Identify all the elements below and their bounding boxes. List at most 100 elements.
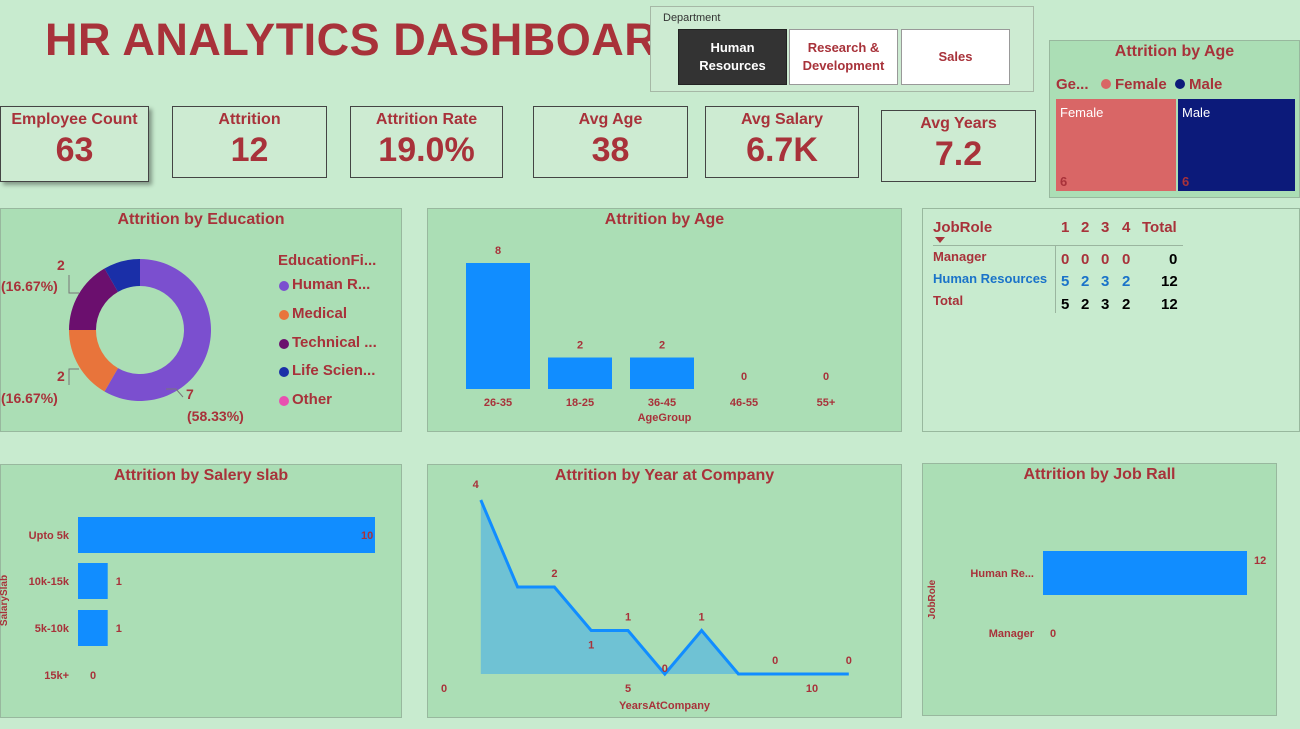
kpi-value: 7.2 <box>934 135 983 173</box>
donut-label-pct: (16.67%) <box>1 278 58 294</box>
legend-dot <box>279 396 289 406</box>
kpi-label: Avg Age <box>578 111 643 128</box>
donut-label-pct: (16.67%) <box>1 390 58 406</box>
y-tick-label: 15k+ <box>44 670 69 682</box>
matrix-cell: 0 <box>1122 251 1131 268</box>
matrix-header: 3 <box>1101 219 1110 236</box>
tile-value: 6 <box>1182 174 1190 189</box>
panel-title: Attrition by Age <box>1114 43 1235 60</box>
kpi-value: 63 <box>55 131 94 169</box>
page-title: HR ANALYTICS DASHBOARD <box>45 14 691 65</box>
kpi-avg-salary[interactable]: Avg Salary 6.7K <box>705 106 859 178</box>
slicer-option-human-resources[interactable]: Human Resources <box>678 29 787 85</box>
data-label: 0 <box>741 371 747 383</box>
matrix-cell: 5 <box>1061 273 1070 290</box>
age-bar-panel[interactable]: Attrition by Age 8 26-35 2 18-25 2 36-45 0 46-5… <box>427 208 902 432</box>
x-axis-label: YearsAtCompany <box>618 700 711 712</box>
age-bar-chart: 8 26-35 2 18-25 2 36-45 0 46-55 0 55+ <box>466 245 836 409</box>
donut-label-count: 2 <box>57 368 65 384</box>
matrix-cell: 0 <box>1101 251 1110 268</box>
donut-label-count: 7 <box>186 386 194 402</box>
education-donut-panel[interactable]: Attrition by Education 2 (16.67%) 2 (16.… <box>0 208 402 432</box>
bar[interactable] <box>630 357 694 390</box>
legend-title: Ge... <box>1056 76 1089 93</box>
legend-title: EducationFi... <box>278 252 377 269</box>
x-tick-label: 18-25 <box>566 397 594 409</box>
kpi-attrition[interactable]: Attrition 12 <box>172 106 327 178</box>
data-label: 2 <box>659 340 665 352</box>
slicer-option-research-development[interactable]: Research & Development <box>789 29 898 85</box>
treemap-tile-male[interactable]: Male 6 <box>1178 99 1295 191</box>
kpi-avg-age[interactable]: Avg Age 38 <box>533 106 688 178</box>
treemap-tile-female[interactable]: Female 6 <box>1056 99 1176 191</box>
legend-female: Female <box>1115 76 1167 93</box>
matrix-cell: 3 <box>1101 273 1110 290</box>
data-label: 0 <box>1050 628 1056 640</box>
sort-desc-icon[interactable] <box>935 237 945 243</box>
kpi-attrition-rate[interactable]: Attrition Rate 19.0% <box>350 106 503 178</box>
kpi-label: Employee Count <box>11 111 138 128</box>
x-tick-label: 5 <box>625 683 631 695</box>
data-label: 12 <box>1254 555 1266 567</box>
bar[interactable] <box>78 563 108 599</box>
bar[interactable] <box>1043 551 1247 595</box>
data-label: 0 <box>846 655 852 667</box>
matrix-row-label: Manager <box>933 249 987 264</box>
legend-label: Medical <box>292 305 348 322</box>
years-area-chart: 4211010 00 5 10 <box>441 479 852 695</box>
slicer-option-label: Sales <box>938 49 973 64</box>
matrix-cell: 5 <box>1061 296 1070 313</box>
kpi-value: 19.0% <box>378 131 475 169</box>
kpi-value: 6.7K <box>746 131 818 169</box>
matrix-row-label[interactable]: Human Resources <box>933 271 1047 286</box>
bar[interactable] <box>548 357 612 390</box>
bar[interactable] <box>78 610 108 646</box>
legend-dot <box>279 367 289 377</box>
jobrole-bar-panel[interactable]: Attrition by Job Rall Human Re... 12 Manag… <box>922 463 1277 716</box>
salary-slab-panel[interactable]: Attrition by Salery slab Upto 5k 10 10k-15… <box>0 464 402 718</box>
data-label: 4 <box>473 479 480 491</box>
department-slicer: Department Human Resources Research & Deve… <box>650 6 1034 92</box>
matrix-cell: 0 <box>1061 251 1070 268</box>
donut-label-pct: (58.33%) <box>187 408 244 424</box>
years-area-panel[interactable]: Attrition by Year at Company 42110100051… <box>427 464 902 718</box>
bar[interactable] <box>466 263 530 389</box>
jobrole-bar-chart: Human Re... 12 Manager 0 <box>970 551 1266 640</box>
slicer-option-sales[interactable]: Sales <box>901 29 1010 85</box>
kpi-label: Attrition <box>218 111 281 128</box>
tile-label: Male <box>1182 105 1211 120</box>
data-label: 2 <box>577 340 583 352</box>
kpi-avg-years[interactable]: Avg Years 7.2 <box>881 110 1036 182</box>
matrix-cell: 2 <box>1081 296 1090 313</box>
slicer-option-label: Research & Development <box>802 40 885 73</box>
donut-label-count: 2 <box>57 257 65 273</box>
legend-label: Life Scien... <box>292 362 376 379</box>
x-tick-label: 36-45 <box>648 397 676 409</box>
kpi-label: Attrition Rate <box>375 111 478 128</box>
legend-dot <box>279 310 289 320</box>
tile-label: Female <box>1060 105 1104 120</box>
legend-male: Male <box>1189 76 1223 93</box>
matrix-divider <box>933 245 1183 246</box>
kpi-employee-count[interactable]: Employee Count 63 <box>0 106 149 182</box>
data-label: 1 <box>116 576 122 588</box>
kpi-label: Avg Salary <box>740 111 824 128</box>
matrix-header: Total <box>1142 219 1177 236</box>
legend-dot <box>279 281 289 291</box>
y-axis-label: SalarySlab <box>0 574 11 627</box>
matrix-row-label: Total <box>933 293 964 308</box>
matrix-header-jobrole[interactable]: JobRole <box>933 219 992 236</box>
jobrole-matrix-panel[interactable]: JobRole 1 2 3 4 Total Manager 0 0 0 0 0 … <box>922 208 1300 432</box>
matrix-cell-total: 12 <box>1161 273 1178 290</box>
kpi-value: 38 <box>591 131 630 169</box>
gender-treemap-panel[interactable]: Attrition by Age Ge... Female Male Femal… <box>1049 40 1300 198</box>
x-tick-label: 10 <box>806 683 818 695</box>
legend-dot-male <box>1175 79 1185 89</box>
x-tick-label: 55+ <box>817 397 836 409</box>
bar[interactable] <box>78 517 375 553</box>
legend-label: Other <box>292 391 333 408</box>
y-axis-label: JobRole <box>927 579 939 620</box>
tile-value: 6 <box>1060 174 1068 189</box>
leader-line <box>68 368 79 385</box>
data-label: 0 <box>90 670 96 682</box>
